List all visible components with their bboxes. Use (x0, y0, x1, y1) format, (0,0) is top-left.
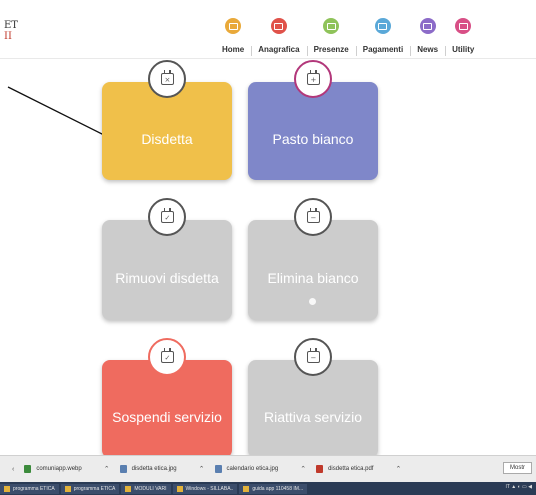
card-label: Disdetta (141, 131, 193, 147)
file-icon (214, 465, 222, 473)
app-icon (64, 485, 71, 492)
status-dot (309, 298, 316, 305)
download-item[interactable]: disdetta etica.pdf ⌃ (316, 465, 401, 473)
download-bar: ‹ comuniapp.webp ⌃ disdetta etica.jpg ⌃ cale… (0, 455, 536, 482)
taskbar-label: MODULI VARI (134, 485, 167, 492)
system-tray[interactable]: IT ▲ ◐ ▭ ◀ (506, 484, 532, 490)
card-riattiva-servizio[interactable]: − Riattiva servizio (248, 338, 378, 458)
app-icon (243, 485, 250, 492)
taskbar-label: Windows - SILLABA.. (185, 485, 234, 492)
chevron-left-icon[interactable]: ‹ (12, 466, 14, 473)
calendar-icon-badge: − (294, 198, 332, 236)
calendar-icon: + (306, 70, 320, 85)
calendar-glyph: × (164, 76, 171, 84)
download-item[interactable]: comuniapp.webp ⌃ (24, 465, 110, 473)
taskbar-button[interactable]: programma ETICA (60, 483, 120, 494)
app-icon (4, 485, 10, 492)
card-rimuovi-disdetta[interactable]: ✓ Rimuovi disdetta (102, 198, 232, 320)
calendar-icon: × (160, 70, 174, 85)
app-icon (176, 485, 183, 492)
calendar-icon-badge: ✓ (148, 198, 186, 236)
calendar-icon: ✓ (160, 348, 174, 363)
card-label: Rimuovi disdetta (115, 270, 219, 286)
show-all-downloads-button[interactable]: Mostr (503, 462, 532, 474)
calendar-glyph: − (310, 214, 317, 222)
taskbar: programma ETICA programma ETICA MODULI VAR… (0, 482, 536, 495)
file-icon (316, 465, 324, 473)
card-elimina-bianco[interactable]: − Elimina bianco (248, 198, 378, 320)
taskbar-button[interactable]: programma ETICA (0, 483, 59, 494)
taskbar-button[interactable]: MODULI VARI (121, 483, 171, 494)
chevron-up-icon[interactable]: ⌃ (104, 465, 110, 473)
calendar-glyph: ✓ (164, 214, 171, 222)
calendar-icon-badge: + (294, 60, 332, 98)
calendar-icon-badge: ✓ (148, 338, 186, 376)
card-sospendi-servizio[interactable]: ✓ Sospendi servizio (102, 338, 232, 458)
download-item[interactable]: disdetta etica.jpg ⌃ (119, 465, 205, 473)
card-label: Riattiva servizio (263, 409, 363, 425)
card-label: Elimina bianco (267, 270, 359, 286)
calendar-icon: ✓ (160, 208, 174, 223)
download-filename: calendario etica.jpg (226, 466, 279, 472)
calendar-glyph: ✓ (164, 354, 171, 362)
taskbar-button[interactable]: guida app 110458 IM... (239, 483, 308, 494)
download-item[interactable]: calendario etica.jpg ⌃ (214, 465, 306, 473)
card-disdetta[interactable]: × Disdetta (102, 60, 232, 180)
app-icon (125, 485, 132, 492)
taskbar-button[interactable]: Windows - SILLABA.. (172, 483, 238, 494)
calendar-icon-badge: − (294, 338, 332, 376)
calendar-icon: − (306, 208, 320, 223)
chevron-up-icon[interactable]: ⌃ (300, 465, 306, 473)
taskbar-label: guida app 110458 IM... (252, 485, 304, 492)
taskbar-label: programma ETICA (73, 485, 116, 492)
calendar-glyph: − (310, 354, 317, 362)
calendar-glyph: + (310, 76, 317, 84)
download-filename: disdetta etica.pdf (328, 466, 374, 472)
chevron-up-icon[interactable]: ⌃ (395, 465, 401, 473)
file-icon (119, 465, 127, 473)
card-label: Sospendi servizio (112, 409, 222, 425)
card-pasto-bianco[interactable]: + Pasto bianco (248, 60, 378, 180)
taskbar-label: programma ETICA (13, 485, 55, 492)
download-filename: disdetta etica.jpg (131, 466, 177, 472)
file-icon (24, 465, 32, 473)
calendar-icon-badge: × (148, 60, 186, 98)
card-label: Pasto bianco (272, 131, 354, 147)
calendar-icon: − (306, 348, 320, 363)
download-filename: comuniapp.webp (36, 466, 82, 472)
chevron-up-icon[interactable]: ⌃ (199, 465, 205, 473)
